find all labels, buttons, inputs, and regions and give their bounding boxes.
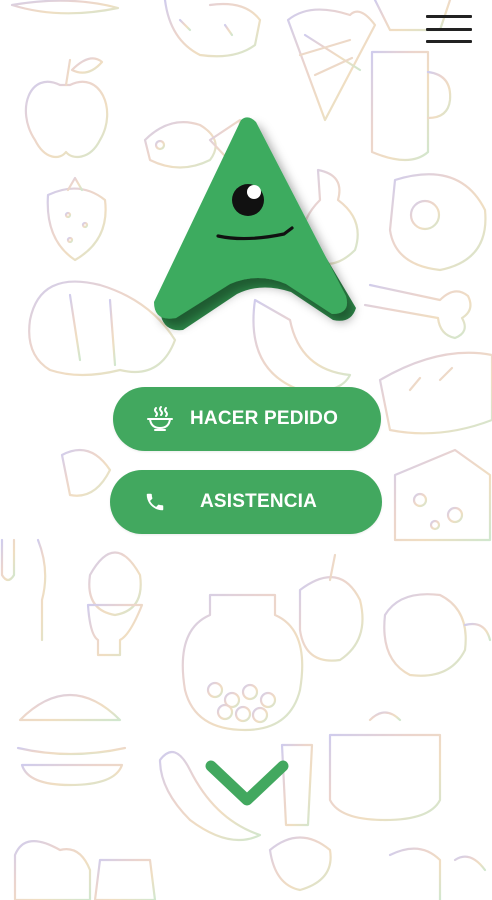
menu-line-middle: [426, 27, 472, 31]
menu-line-bottom: [426, 40, 472, 43]
phone-icon: [143, 490, 167, 514]
chevron-down-icon[interactable]: [203, 758, 291, 810]
order-button[interactable]: HACER PEDIDO: [113, 387, 381, 451]
support-button[interactable]: ASISTENCIA: [110, 470, 382, 534]
food-bowl-icon: [146, 404, 174, 432]
support-button-label: ASISTENCIA: [200, 491, 318, 512]
app-logo: [154, 117, 356, 331]
order-button-label: HACER PEDIDO: [190, 408, 339, 429]
hamburger-menu-icon[interactable]: [426, 12, 472, 46]
menu-line-top: [426, 15, 472, 18]
